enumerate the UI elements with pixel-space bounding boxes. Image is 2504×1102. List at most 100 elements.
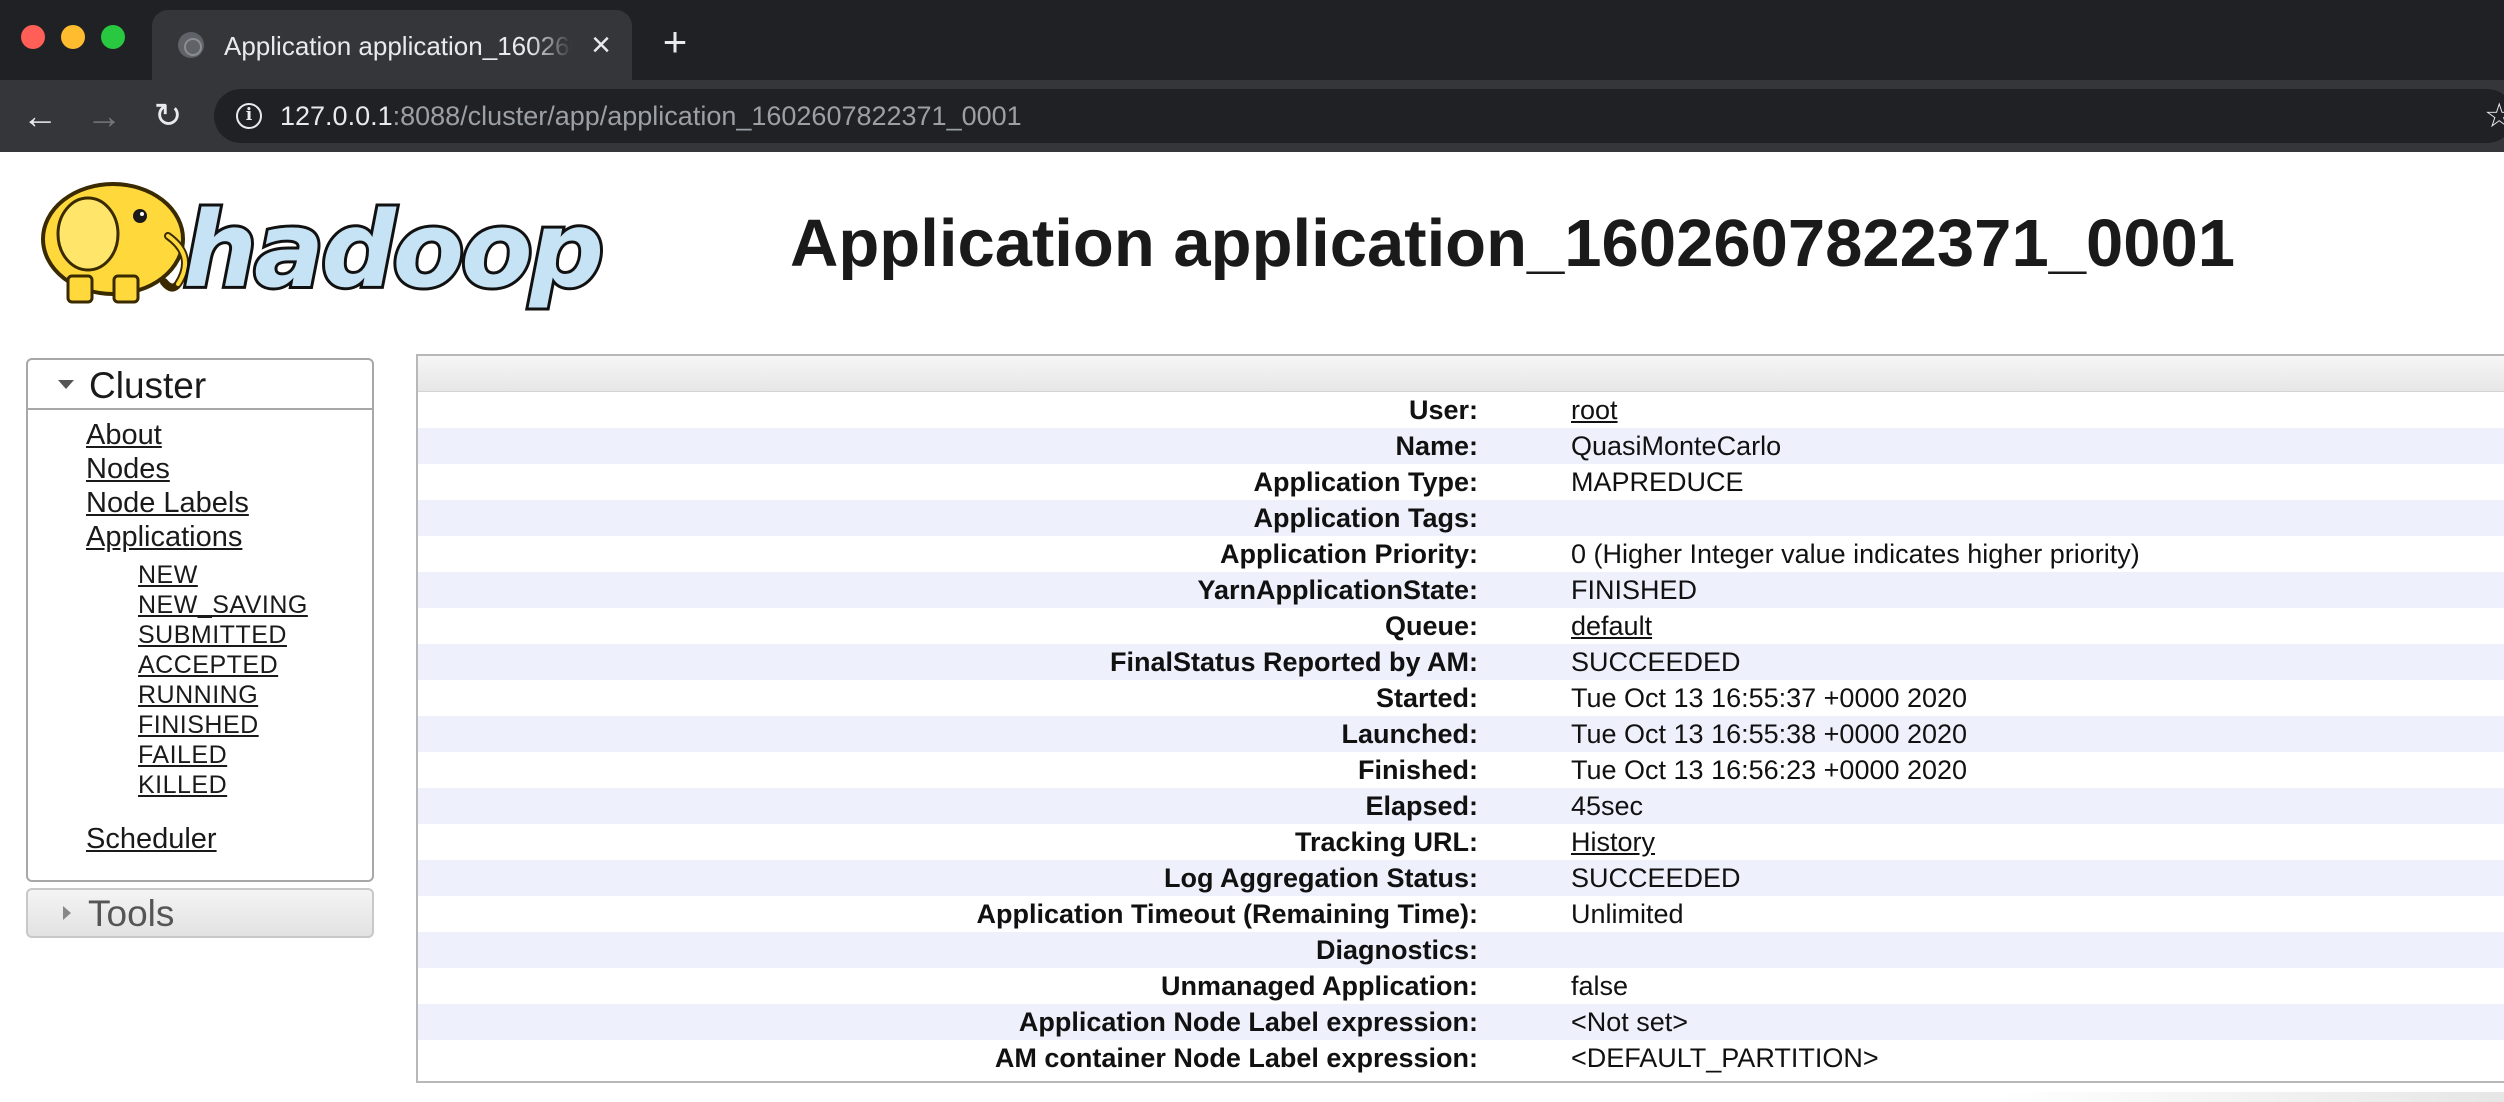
info-row: Launched: Tue Oct 13 16:55:38 +0000 2020	[418, 716, 2504, 752]
info-row: YarnApplicationState: FINISHED	[418, 572, 2504, 608]
info-key: Log Aggregation Status:	[1164, 863, 1478, 893]
bookmark-star-icon[interactable]: ☆	[2484, 97, 2504, 135]
sidebar-link-scheduler[interactable]: Scheduler	[86, 822, 217, 856]
url-path: :8088/cluster/app/application_1602607822…	[392, 101, 1022, 131]
info-key: Tracking URL:	[1294, 827, 1478, 857]
info-row: Elapsed: 45sec	[418, 788, 2504, 824]
cluster-label: Cluster	[89, 365, 207, 406]
close-window-button[interactable]	[21, 25, 45, 49]
info-key: Started:	[1375, 683, 1478, 713]
tools-label: Tools	[88, 893, 175, 934]
maximize-window-button[interactable]	[101, 25, 125, 49]
cluster-header[interactable]: Cluster	[28, 360, 372, 410]
globe-icon	[178, 32, 204, 58]
info-row: FinalStatus Reported by AM: SUCCEEDED	[418, 644, 2504, 680]
info-value: QuasiMonteCarlo	[1571, 431, 1782, 461]
info-row: Name: QuasiMonteCarlo	[418, 428, 2504, 464]
forward-arrow-icon[interactable]: →	[82, 94, 126, 138]
info-row: Unmanaged Application: false	[418, 968, 2504, 1004]
app-state-link-submitted[interactable]: SUBMITTED	[138, 620, 287, 650]
info-value: MAPREDUCE	[1571, 467, 1744, 497]
info-value: FINISHED	[1571, 575, 1698, 605]
info-key: Unmanaged Application:	[1160, 971, 1478, 1001]
page-title: Application application_1602607822371_00…	[790, 206, 2236, 281]
tab-title: Application application_1602607822371_00…	[224, 31, 572, 61]
info-value: false	[1571, 971, 1629, 1001]
info-row: Diagnostics:	[418, 932, 2504, 968]
new-tab-button[interactable]: +	[655, 21, 695, 63]
hadoop-logo: hadoop	[41, 182, 607, 314]
info-row: Tracking URL: History	[418, 824, 2504, 860]
sidebar-link-node-labels[interactable]: Node Labels	[86, 486, 249, 520]
info-value: <Not set>	[1571, 1007, 1689, 1037]
info-key: User:	[1408, 395, 1478, 425]
app-state-link-new-saving[interactable]: NEW_SAVING	[138, 590, 308, 620]
info-row: Started: Tue Oct 13 16:55:37 +0000 2020	[418, 680, 2504, 716]
app-state-link-running[interactable]: RUNNING	[138, 680, 258, 710]
info-key: Application Priority:	[1219, 539, 1478, 569]
application-info-table: User: root Name: QuasiMonteCarlo Application…	[416, 354, 2504, 1083]
info-value: SUCCEEDED	[1571, 647, 1741, 677]
url-text[interactable]: 127.0.0.1:8088/cluster/app/application_1…	[280, 99, 1022, 133]
info-row: Application Type: MAPREDUCE	[418, 464, 2504, 500]
page-shadow	[2000, 1092, 2504, 1102]
url-host: 127.0.0.1	[280, 101, 393, 131]
reload-icon[interactable]: ↻	[146, 94, 190, 138]
info-row: Application Priority: 0 (Higher Integer v…	[418, 536, 2504, 572]
info-value: Unlimited	[1571, 899, 1684, 929]
info-value-link[interactable]: root	[1571, 394, 1618, 426]
info-row: AM container Node Label expression: <DEFA…	[418, 1040, 2504, 1076]
app-state-link-new[interactable]: NEW	[138, 560, 198, 590]
info-table-header	[418, 356, 2504, 392]
info-row: Queue: default	[418, 608, 2504, 644]
info-row: Finished: Tue Oct 13 16:56:23 +0000 2020	[418, 752, 2504, 788]
info-key: Finished:	[1358, 755, 1478, 785]
back-arrow-icon[interactable]: ←	[18, 94, 62, 138]
sidebar-link-applications[interactable]: Applications	[86, 520, 242, 554]
info-value-link[interactable]: History	[1571, 826, 1655, 858]
info-value: SUCCEEDED	[1571, 863, 1741, 893]
expanded-triangle-icon	[58, 380, 74, 389]
info-key: Application Type:	[1253, 467, 1478, 497]
info-key: Diagnostics:	[1315, 935, 1478, 965]
info-key: FinalStatus Reported by AM:	[1109, 647, 1478, 677]
sidebar-link-nodes[interactable]: Nodes	[86, 452, 170, 486]
info-value: Tue Oct 13 16:55:37 +0000 2020	[1571, 683, 1968, 713]
info-icon[interactable]: i	[236, 103, 262, 129]
cluster-panel: Cluster About Nodes Node Labels Applicat…	[26, 358, 374, 882]
info-rows: User: root Name: QuasiMonteCarlo Application…	[418, 392, 2504, 1076]
info-key: Application Node Label expression:	[1018, 1007, 1478, 1037]
info-key: Application Tags:	[1253, 503, 1478, 533]
info-row: Application Timeout (Remaining Time): Unl…	[418, 896, 2504, 932]
minimize-window-button[interactable]	[61, 25, 85, 49]
collapsed-triangle-icon	[63, 906, 71, 920]
info-value: <DEFAULT_PARTITION>	[1571, 1043, 1879, 1073]
app-state-link-accepted[interactable]: ACCEPTED	[138, 650, 278, 680]
info-row: User: root	[418, 392, 2504, 428]
info-row: Application Node Label expression: <Not s…	[418, 1004, 2504, 1040]
info-key: Application Timeout (Remaining Time):	[976, 899, 1478, 929]
tools-panel-header[interactable]: Tools	[26, 888, 374, 938]
hadoop-wordmark: hadoop	[183, 189, 601, 311]
info-key: YarnApplicationState:	[1197, 575, 1478, 605]
info-row: Application Tags:	[418, 500, 2504, 536]
browser-toolbar: ← → ↻ i 127.0.0.1:8088/cluster/app/appli…	[0, 80, 2504, 152]
app-state-link-killed[interactable]: KILLED	[138, 770, 227, 800]
browser-tab[interactable]: Application application_1602607822371_00…	[152, 10, 632, 80]
info-value: Tue Oct 13 16:55:38 +0000 2020	[1571, 719, 1968, 749]
info-key: AM container Node Label expression:	[994, 1043, 1478, 1073]
sidebar-link-about[interactable]: About	[86, 418, 162, 452]
close-tab-icon[interactable]: ×	[584, 28, 618, 62]
address-bar[interactable]: i 127.0.0.1:8088/cluster/app/application…	[214, 89, 2504, 143]
info-value: Tue Oct 13 16:56:23 +0000 2020	[1571, 755, 1968, 785]
app-state-link-finished[interactable]: FINISHED	[138, 710, 259, 740]
browser-tab-bar: Application application_1602607822371_00…	[0, 0, 2504, 80]
info-value-link[interactable]: default	[1571, 610, 1652, 642]
page-content: hadoop Application application_160260782…	[0, 152, 2504, 1102]
app-state-link-failed[interactable]: FAILED	[138, 740, 227, 770]
sidebar-nav: Cluster About Nodes Node Labels Applicat…	[26, 358, 374, 938]
info-row: Log Aggregation Status: SUCCEEDED	[418, 860, 2504, 896]
info-key: Queue:	[1384, 611, 1478, 641]
info-key: Launched:	[1341, 719, 1478, 749]
info-value: 0 (Higher Integer value indicates higher…	[1571, 539, 2140, 569]
